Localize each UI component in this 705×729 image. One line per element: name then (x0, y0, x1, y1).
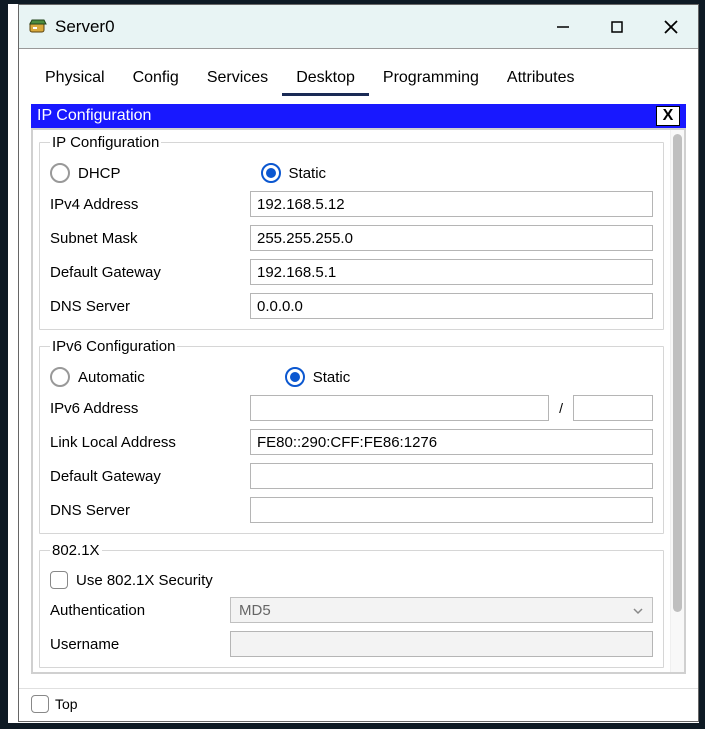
footer-bar: Top (19, 688, 698, 721)
dot1x-legend: 802.1X (50, 542, 102, 559)
tab-programming[interactable]: Programming (369, 65, 493, 96)
subnet-mask-input[interactable] (250, 225, 653, 251)
ipv4-legend: IP Configuration (50, 134, 161, 151)
top-checkbox[interactable] (31, 695, 49, 713)
ipv6-legend: IPv6 Configuration (50, 338, 177, 355)
ipv6-automatic-radio[interactable]: Automatic (50, 367, 145, 387)
tab-bar: Physical Config Services Desktop Program… (19, 49, 698, 96)
panel-header: IP Configuration X (31, 104, 686, 128)
ipv4-address-label: IPv4 Address (50, 196, 250, 213)
ipv6-static-label: Static (313, 369, 351, 386)
dot1x-group: 802.1X Use 802.1X Security Authenticatio… (39, 542, 664, 668)
chevron-down-icon (632, 604, 644, 621)
panel-close-button[interactable]: X (656, 106, 680, 126)
panel-title: IP Configuration (37, 107, 151, 125)
top-label: Top (55, 696, 78, 712)
maximize-button[interactable] (590, 5, 644, 49)
window-title: Server0 (55, 17, 115, 37)
dhcp-radio-label: DHCP (78, 165, 121, 182)
server-icon (29, 18, 47, 36)
app-window: Server0 Physical Config Services Desktop… (18, 4, 699, 722)
username-input[interactable] (230, 631, 653, 657)
authentication-select[interactable]: MD5 (230, 597, 653, 623)
dhcp-radio[interactable]: DHCP (50, 163, 121, 183)
scrollbar-thumb[interactable] (673, 134, 682, 612)
tab-config[interactable]: Config (119, 65, 193, 96)
dns-server-label: DNS Server (50, 298, 250, 315)
default-gateway-input[interactable] (250, 259, 653, 285)
ipv6-dns-server-label: DNS Server (50, 502, 250, 519)
ipv4-group: IP Configuration DHCP Static IPv4 Addres… (39, 134, 664, 330)
tab-attributes[interactable]: Attributes (493, 65, 589, 96)
tab-physical[interactable]: Physical (31, 65, 119, 96)
ipv6-group: IPv6 Configuration Automatic Static IPv6… (39, 338, 664, 534)
default-gateway-label: Default Gateway (50, 264, 250, 281)
ipv6-prefix-input[interactable] (573, 395, 653, 421)
static-radio-label: Static (289, 165, 327, 182)
ipv6-static-radio[interactable]: Static (285, 367, 351, 387)
ipv6-address-label: IPv6 Address (50, 400, 250, 417)
scrollbar[interactable] (670, 130, 684, 672)
close-window-button[interactable] (644, 5, 698, 49)
static-radio[interactable]: Static (261, 163, 327, 183)
username-label: Username (50, 636, 230, 653)
panel-body: IP Configuration DHCP Static IPv4 Addres… (31, 128, 686, 674)
minimize-button[interactable] (536, 5, 590, 49)
ipv6-prefix-slash: / (555, 400, 567, 416)
authentication-label: Authentication (50, 602, 230, 619)
dns-server-input[interactable] (250, 293, 653, 319)
authentication-value: MD5 (239, 602, 271, 619)
ipv6-default-gateway-input[interactable] (250, 463, 653, 489)
ipv6-address-input[interactable] (250, 395, 549, 421)
use-8021x-checkbox[interactable] (50, 571, 68, 589)
tab-desktop[interactable]: Desktop (282, 65, 369, 96)
titlebar: Server0 (19, 5, 698, 49)
ipv6-automatic-label: Automatic (78, 369, 145, 386)
link-local-address-input[interactable] (250, 429, 653, 455)
use-8021x-label: Use 802.1X Security (76, 572, 213, 589)
tab-services[interactable]: Services (193, 65, 282, 96)
ipv4-address-input[interactable] (250, 191, 653, 217)
link-local-address-label: Link Local Address (50, 434, 250, 451)
ipv6-dns-server-input[interactable] (250, 497, 653, 523)
subnet-mask-label: Subnet Mask (50, 230, 250, 247)
ipv6-default-gateway-label: Default Gateway (50, 468, 250, 485)
